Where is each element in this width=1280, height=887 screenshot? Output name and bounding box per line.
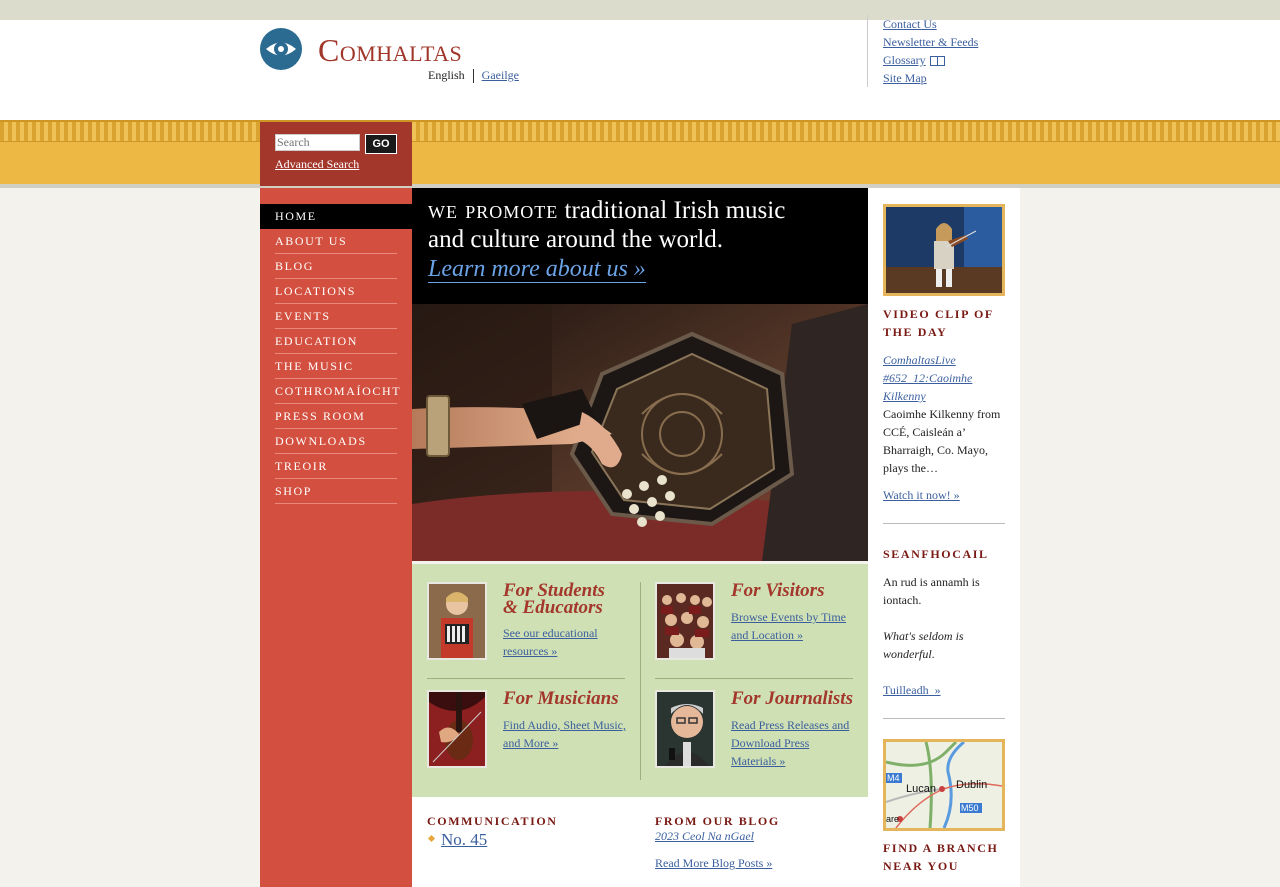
newsletter-feeds-link[interactable]: Newsletter & Feeds: [883, 33, 978, 51]
map-label-m50: M50: [961, 803, 979, 813]
audience-separator-left: [427, 678, 625, 679]
nav-item-home[interactable]: HOME: [260, 204, 412, 229]
watch-video-link[interactable]: Watch it now! »: [883, 486, 960, 504]
journalists-link[interactable]: Read Press Releases and Download Press M…: [731, 716, 855, 770]
proverb-more-link[interactable]: Tuilleadh »: [883, 681, 941, 699]
proverb-irish: An rud is annamh is iontach.: [883, 575, 980, 607]
nav-item-blog[interactable]: BLOG: [275, 254, 397, 279]
nav-item-downloads[interactable]: DOWNLOADS: [275, 429, 397, 454]
logo-eye-icon: [260, 28, 302, 70]
nav-item-education[interactable]: EDUCATION: [275, 329, 397, 354]
utility-links: Contact Us Newsletter & Feeds Glossary S…: [867, 15, 978, 87]
proverb-english: What's seldom is wonderful.: [883, 629, 964, 661]
students-photo[interactable]: [427, 582, 487, 660]
audience-separator-right: [655, 678, 853, 679]
video-title-link[interactable]: ComhaltasLive #652_12:Caoimhe Kilkenny: [883, 351, 1008, 405]
communication-heading: COMMUNICATION: [427, 814, 558, 828]
celtic-pattern: [0, 120, 1280, 142]
bullet-icon: [427, 834, 436, 843]
promo-line-1: we promote traditional Irish music: [428, 197, 786, 224]
more-blog-posts-link[interactable]: Read More Blog Posts »: [655, 856, 772, 871]
musicians-title[interactable]: For Musicians: [503, 689, 633, 708]
blog-post-link[interactable]: 2023 Ceol Na nGael: [655, 829, 754, 844]
language-divider: [472, 68, 474, 83]
promo-banner: we promote traditional Irish music and c…: [412, 188, 868, 304]
nav-item-treoir[interactable]: TREOIR: [275, 454, 397, 479]
advanced-search-link[interactable]: Advanced Search: [275, 157, 359, 172]
journalists-title[interactable]: For Journalists: [731, 689, 861, 708]
main-content: we promote traditional Irish music and c…: [412, 188, 868, 887]
branch-heading: FIND A BRANCH NEAR YOU: [883, 841, 999, 873]
nav-item-the-music[interactable]: THE MUSIC: [275, 354, 397, 379]
nav-item-locations[interactable]: LOCATIONS: [275, 279, 397, 304]
main-navigation: HOME ABOUT US BLOG LOCATIONS EVENTS EDUC…: [260, 188, 412, 887]
video-description: Caoimhe Kilkenny from CCÉ, Caisleán a’ B…: [883, 407, 1001, 475]
branch-map[interactable]: M4 Dublin Lucan M50 are: [883, 739, 1005, 831]
glossary-label: Glossary: [883, 53, 926, 67]
nav-item-shop[interactable]: SHOP: [275, 479, 397, 504]
nav-item-cothromaiocht[interactable]: COTHROMAÍOCHT: [275, 379, 400, 404]
logo-text: Comhaltas: [318, 32, 463, 68]
learn-more-link[interactable]: Learn more about us »: [428, 256, 646, 283]
glossary-link[interactable]: Glossary: [883, 51, 978, 69]
site-map-link[interactable]: Site Map: [883, 69, 978, 87]
promo-line-2: and culture around the world.: [428, 226, 724, 253]
language-gaeilge-link[interactable]: Gaeilge: [482, 68, 519, 83]
blog-heading: FROM OUR BLOG: [655, 814, 780, 828]
right-separator-2: [883, 718, 1005, 719]
lower-section: COMMUNICATION No. 45 FROM OUR BLOG 2023 …: [412, 797, 868, 887]
map-label-lucan: Lucan: [906, 783, 936, 795]
visitors-photo[interactable]: [655, 582, 715, 660]
right-separator-1: [883, 523, 1005, 524]
decorative-banner: [0, 120, 1280, 184]
map-label-are: are: [886, 814, 899, 824]
nav-item-events[interactable]: EVENTS: [275, 304, 397, 329]
proverb-heading: SEANFHOCAIL: [883, 547, 989, 561]
search-go-button[interactable]: GO: [365, 134, 397, 154]
language-switcher: English Gaeilge: [428, 68, 519, 83]
search-box: GO Advanced Search: [260, 122, 412, 186]
journalists-photo[interactable]: [655, 690, 715, 768]
hero-concertina-photo: [412, 304, 868, 561]
visitors-link[interactable]: Browse Events by Time and Location »: [731, 608, 855, 644]
search-input[interactable]: [275, 134, 360, 151]
audience-divider: [640, 582, 641, 780]
right-sidebar: VIDEO CLIP OF THE DAY ComhaltasLive #652…: [868, 188, 1020, 887]
communication-issue-link[interactable]: No. 45: [441, 830, 487, 850]
map-label-dublin: Dublin: [956, 779, 987, 791]
visitors-title[interactable]: For Visitors: [731, 581, 861, 600]
musicians-photo[interactable]: [427, 690, 487, 768]
top-strip: [0, 0, 1280, 20]
audience-panel: For Students & Educators See our educatio…: [412, 564, 868, 797]
language-current: English: [428, 68, 465, 82]
contact-us-link[interactable]: Contact Us: [883, 15, 978, 33]
map-label-m4: M4: [887, 773, 900, 783]
site-logo[interactable]: Comhaltas: [260, 28, 500, 70]
book-icon: [929, 56, 945, 67]
concertina-illustration: [412, 304, 868, 561]
students-title[interactable]: For Students & Educators: [503, 581, 633, 617]
musicians-link[interactable]: Find Audio, Sheet Music, and More »: [503, 716, 627, 752]
video-thumbnail[interactable]: [883, 204, 1005, 296]
header: [0, 20, 1280, 120]
nav-item-about-us[interactable]: ABOUT US: [275, 229, 397, 254]
nav-item-press-room[interactable]: PRESS ROOM: [275, 404, 397, 429]
students-link[interactable]: See our educational resources »: [503, 624, 627, 660]
video-heading: VIDEO CLIP OF THE DAY: [883, 307, 994, 339]
